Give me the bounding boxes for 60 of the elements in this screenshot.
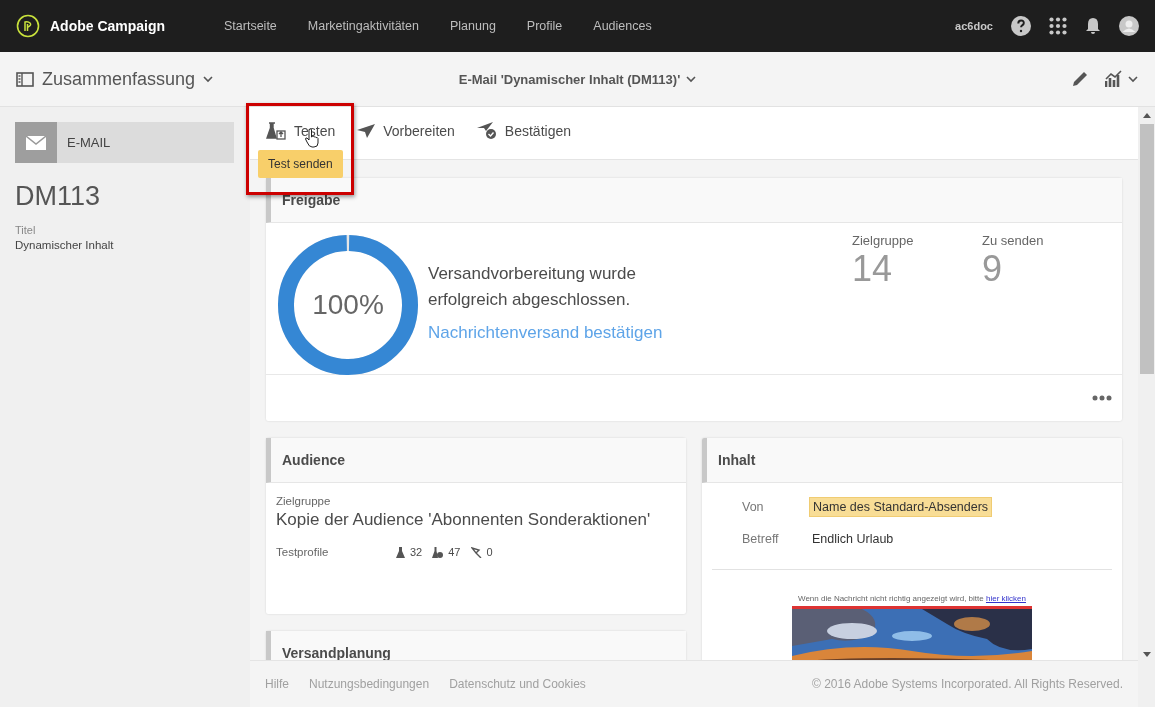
field-label: Von <box>742 500 765 514</box>
brand-name[interactable]: Adobe Campaign <box>50 18 166 34</box>
count-value: 47 <box>448 546 461 558</box>
delivery-code: DM113 <box>15 181 102 212</box>
flask-icon <box>396 546 405 558</box>
scroll-down-icon[interactable] <box>1142 652 1151 657</box>
panel-icon <box>16 71 34 87</box>
preview-note: Wenn die Nachricht nicht richtig angezeigt wird, bitte <box>798 594 984 603</box>
flask-icon <box>266 122 286 140</box>
count-value: 0 <box>486 546 493 558</box>
envelope-icon <box>26 135 46 150</box>
channel-label: E-MAIL <box>67 135 111 150</box>
toolbar-button[interactable]: Bestätigen <box>476 116 582 150</box>
scroll-up-icon[interactable] <box>1142 113 1151 118</box>
nav-link[interactable]: Planung <box>450 19 496 33</box>
chevron-down-icon <box>686 75 697 83</box>
chart-icon[interactable] <box>1105 70 1139 88</box>
status-message: Versandvorbereitung wurde erfolgreich abgeschlossen. <box>428 263 637 311</box>
view-dropdown[interactable]: Zusammenfassung <box>16 68 214 90</box>
help-icon[interactable] <box>1011 16 1031 36</box>
card-title: Versandplanung <box>282 645 391 661</box>
copyright: © 2016 Adobe Systems Incorporated. All Rights Reserved. <box>812 677 1123 691</box>
pencil-icon[interactable] <box>1071 70 1089 88</box>
card-title: Audience <box>282 452 345 468</box>
audience-name[interactable]: Kopie der Audience 'Abonnenten Sonderaktionen' <box>276 510 676 530</box>
more-icon[interactable] <box>1092 395 1112 401</box>
field-value: Endlich Urlaub <box>811 531 895 548</box>
field-label: Testprofile <box>276 546 330 558</box>
nav-link[interactable]: Startseite <box>224 19 277 33</box>
card-title: Inhalt <box>718 452 756 468</box>
stat-label: Zielgruppe <box>852 233 915 248</box>
count-value: 32 <box>410 546 423 558</box>
stat-value: 9 <box>982 248 1004 290</box>
chevron-down-icon <box>203 75 214 83</box>
field-label: Titel <box>15 224 37 236</box>
field-value: Dynamischer Inhalt <box>15 239 115 251</box>
pin-icon <box>470 546 482 558</box>
nav-link[interactable]: Audiences <box>593 19 652 33</box>
scrollbar[interactable] <box>1138 107 1155 707</box>
field-label: Zielgruppe <box>276 495 332 507</box>
delivery-title[interactable]: E-Mail 'Dynamischer Inhalt (DM113)' <box>458 71 697 87</box>
field-label: Betreff <box>742 532 780 546</box>
progress-percent: 100% <box>311 288 385 322</box>
stat-label: Zu senden <box>982 233 1045 248</box>
tooltip: Test senden <box>258 150 343 178</box>
paper-plane-icon <box>357 124 376 138</box>
apps-grid-icon[interactable] <box>1049 17 1067 35</box>
bell-icon[interactable] <box>1085 17 1101 35</box>
user-name[interactable]: ac6doc <box>955 20 993 32</box>
flask-check-icon <box>432 546 444 558</box>
logo-icon <box>16 14 40 38</box>
nav-link[interactable]: Profile <box>526 19 563 33</box>
avatar-icon[interactable] <box>1119 16 1139 36</box>
card-title: Freigabe <box>282 192 341 208</box>
toolbar-button[interactable]: Vorbereiten <box>357 117 465 149</box>
field-value: Name des Standard-Absenders <box>809 497 993 517</box>
nav-link[interactable]: Marketingaktivitäten <box>307 19 419 33</box>
plane-check-icon <box>476 122 497 140</box>
preview-link[interactable]: hier klicken <box>985 594 1026 603</box>
stat-value: 14 <box>852 248 894 290</box>
